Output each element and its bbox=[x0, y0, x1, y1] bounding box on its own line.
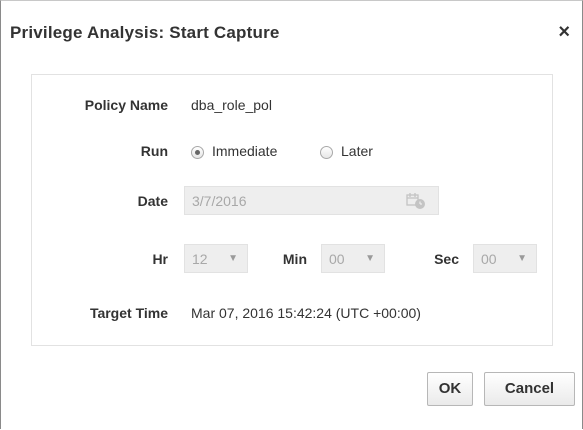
chevron-down-icon: ▼ bbox=[517, 253, 527, 264]
cancel-button[interactable]: Cancel bbox=[484, 372, 575, 406]
date-value: 3/7/2016 bbox=[192, 193, 247, 209]
run-label: Run bbox=[140, 143, 168, 159]
chevron-down-icon: ▼ bbox=[228, 253, 238, 264]
hr-label: Hr bbox=[152, 251, 168, 267]
min-label: Min bbox=[282, 251, 307, 267]
run-immediate-label[interactable]: Immediate bbox=[212, 143, 277, 159]
chevron-down-icon: ▼ bbox=[365, 253, 375, 264]
hr-value: 12 bbox=[192, 251, 208, 267]
min-select[interactable]: 00 ▼ bbox=[321, 244, 385, 273]
run-immediate-radio[interactable] bbox=[191, 146, 204, 159]
policy-name-value: dba_role_pol bbox=[191, 97, 272, 113]
dialog-title: Privilege Analysis: Start Capture bbox=[10, 23, 280, 42]
date-input[interactable]: 3/7/2016 bbox=[184, 186, 439, 215]
target-time-value: Mar 07, 2016 15:42:24 (UTC +00:00) bbox=[191, 305, 421, 321]
target-time-label: Target Time bbox=[89, 305, 168, 321]
sec-label: Sec bbox=[434, 251, 459, 267]
capture-form-panel: Policy Name dba_role_pol Run Immediate L… bbox=[31, 74, 553, 346]
close-icon[interactable]: × bbox=[558, 19, 570, 45]
date-label: Date bbox=[137, 193, 168, 209]
start-capture-dialog: Privilege Analysis: Start Capture × Poli… bbox=[0, 0, 583, 429]
run-later-label[interactable]: Later bbox=[341, 143, 373, 159]
sec-select[interactable]: 00 ▼ bbox=[473, 244, 537, 273]
calendar-clock-icon[interactable] bbox=[406, 192, 426, 215]
hr-select[interactable]: 12 ▼ bbox=[184, 244, 248, 273]
sec-value: 00 bbox=[481, 251, 497, 267]
policy-name-label: Policy Name bbox=[84, 97, 168, 113]
ok-button[interactable]: OK bbox=[427, 372, 473, 406]
run-later-radio[interactable] bbox=[320, 146, 333, 159]
min-value: 00 bbox=[329, 251, 345, 267]
